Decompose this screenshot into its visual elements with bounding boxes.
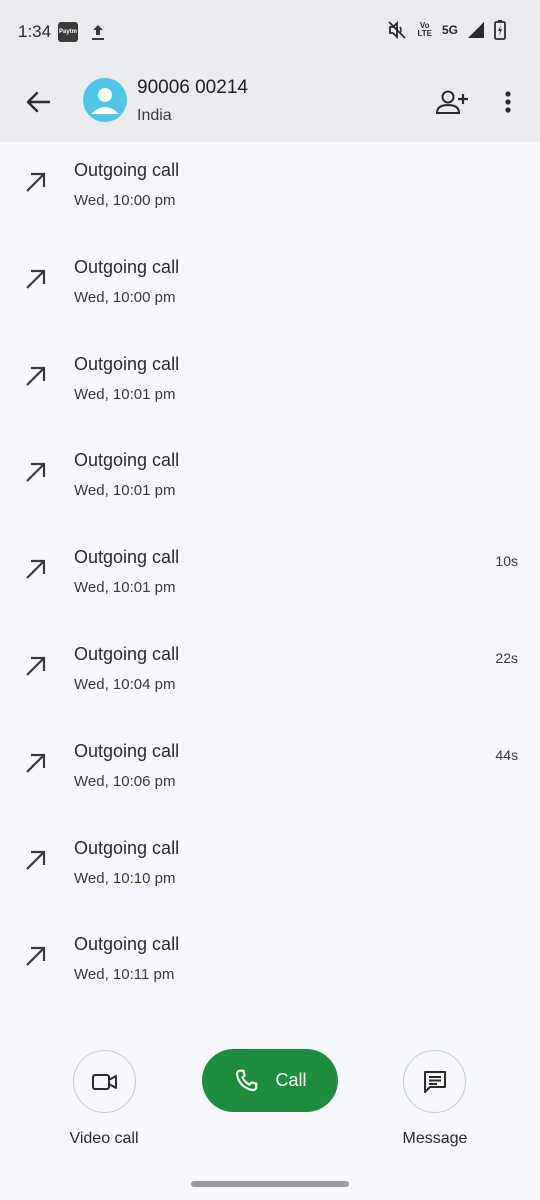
call-history-item[interactable]: Outgoing call Wed, 10:11 pm xyxy=(0,916,540,1013)
home-indicator[interactable] xyxy=(191,1181,349,1187)
call-time: Wed, 10:00 pm xyxy=(74,192,176,209)
upload-icon xyxy=(92,25,104,40)
call-history-item[interactable]: Outgoing call Wed, 10:04 pm 22s xyxy=(0,626,540,723)
call-history-item[interactable]: Outgoing call Wed, 10:01 pm xyxy=(0,336,540,433)
call-type: Outgoing call xyxy=(74,644,180,664)
call-time: Wed, 10:00 pm xyxy=(74,288,176,306)
volte-icon: Vo LTE xyxy=(417,22,432,38)
more-options-button[interactable] xyxy=(490,82,526,122)
call-duration: 44s xyxy=(495,746,518,763)
call-history-item[interactable]: Outgoing call Wed, 10:01 pm xyxy=(0,432,540,529)
call-history-item[interactable]: Outgoing call Wed, 10:00 pm xyxy=(0,142,540,239)
battery-icon xyxy=(494,20,506,40)
message-label: Message xyxy=(402,1130,468,1147)
call-history-item[interactable]: Outgoing call Wed, 10:01 pm 10s xyxy=(0,529,540,626)
outgoing-call-icon xyxy=(26,656,46,676)
contact-location: India xyxy=(137,107,172,124)
back-button[interactable] xyxy=(18,82,58,122)
back-arrow-icon xyxy=(26,91,51,113)
app-bar: 90006 00214 India xyxy=(0,64,540,142)
phone-icon xyxy=(236,1069,258,1091)
message-button[interactable] xyxy=(403,1050,466,1113)
outgoing-call-icon xyxy=(26,463,46,483)
call-type: Outgoing call xyxy=(74,353,180,374)
person-icon xyxy=(91,88,119,114)
outgoing-call-icon xyxy=(26,753,46,773)
call-time: Wed, 10:10 pm xyxy=(74,869,176,887)
call-type: Outgoing call xyxy=(74,547,180,568)
call-history-item[interactable]: Outgoing call Wed, 10:10 pm xyxy=(0,820,540,917)
call-duration: 10s xyxy=(495,553,518,570)
call-time: Wed, 10:01 pm xyxy=(74,385,176,403)
outgoing-call-icon xyxy=(26,560,46,579)
more-vert-icon xyxy=(505,91,511,113)
status-bar: 1:34 Paytm Vo LTE 5G xyxy=(0,0,540,64)
volte-line2: LTE xyxy=(417,29,432,38)
signal-icon xyxy=(468,22,484,38)
call-details-screen: 1:34 Paytm Vo LTE 5G 90006 00214 India O… xyxy=(0,0,540,1200)
call-history-item[interactable]: Outgoing call Wed, 10:06 pm 44s xyxy=(0,723,540,820)
call-time: Wed, 10:01 pm xyxy=(74,482,176,500)
call-type: Outgoing call xyxy=(74,450,180,471)
call-label: Call xyxy=(275,1070,307,1090)
outgoing-call-icon xyxy=(26,850,46,870)
avatar[interactable] xyxy=(83,78,127,122)
call-history-list: Outgoing call Wed, 10:00 pm Outgoing cal… xyxy=(0,142,540,1032)
call-type: Outgoing call xyxy=(74,934,180,955)
call-history-item[interactable]: Outgoing call Wed, 10:00 pm xyxy=(0,239,540,336)
mute-icon xyxy=(388,20,407,40)
message-icon xyxy=(423,1070,446,1093)
paytm-notification-icon: Paytm xyxy=(58,22,78,42)
outgoing-call-icon xyxy=(26,947,46,967)
contact-number: 90006 00214 xyxy=(137,77,248,98)
call-time: Wed, 10:11 pm xyxy=(74,966,175,984)
call-type: Outgoing call xyxy=(74,160,180,180)
video-call-button[interactable] xyxy=(73,1050,136,1113)
call-button[interactable]: Call xyxy=(202,1049,338,1112)
call-time: Wed, 10:04 pm xyxy=(74,676,176,693)
add-person-icon xyxy=(435,90,468,114)
outgoing-call-icon xyxy=(26,172,46,192)
status-time: 1:34 xyxy=(18,22,52,41)
outgoing-call-icon xyxy=(26,269,46,289)
call-time: Wed, 10:01 pm xyxy=(74,579,176,597)
call-type: Outgoing call xyxy=(74,740,180,761)
outgoing-call-icon xyxy=(26,366,46,386)
add-contact-button[interactable] xyxy=(430,82,474,122)
status-icons: Vo LTE 5G xyxy=(387,20,506,40)
videocam-icon xyxy=(91,1073,117,1090)
call-type: Outgoing call xyxy=(74,256,180,277)
call-time: Wed, 10:06 pm xyxy=(74,772,176,790)
video-call-label: Video call xyxy=(69,1130,139,1147)
network-type: 5G xyxy=(441,23,458,37)
call-duration: 22s xyxy=(495,650,518,666)
call-type: Outgoing call xyxy=(74,837,180,858)
bottom-action-bar: Video call Call Message xyxy=(0,1032,540,1200)
